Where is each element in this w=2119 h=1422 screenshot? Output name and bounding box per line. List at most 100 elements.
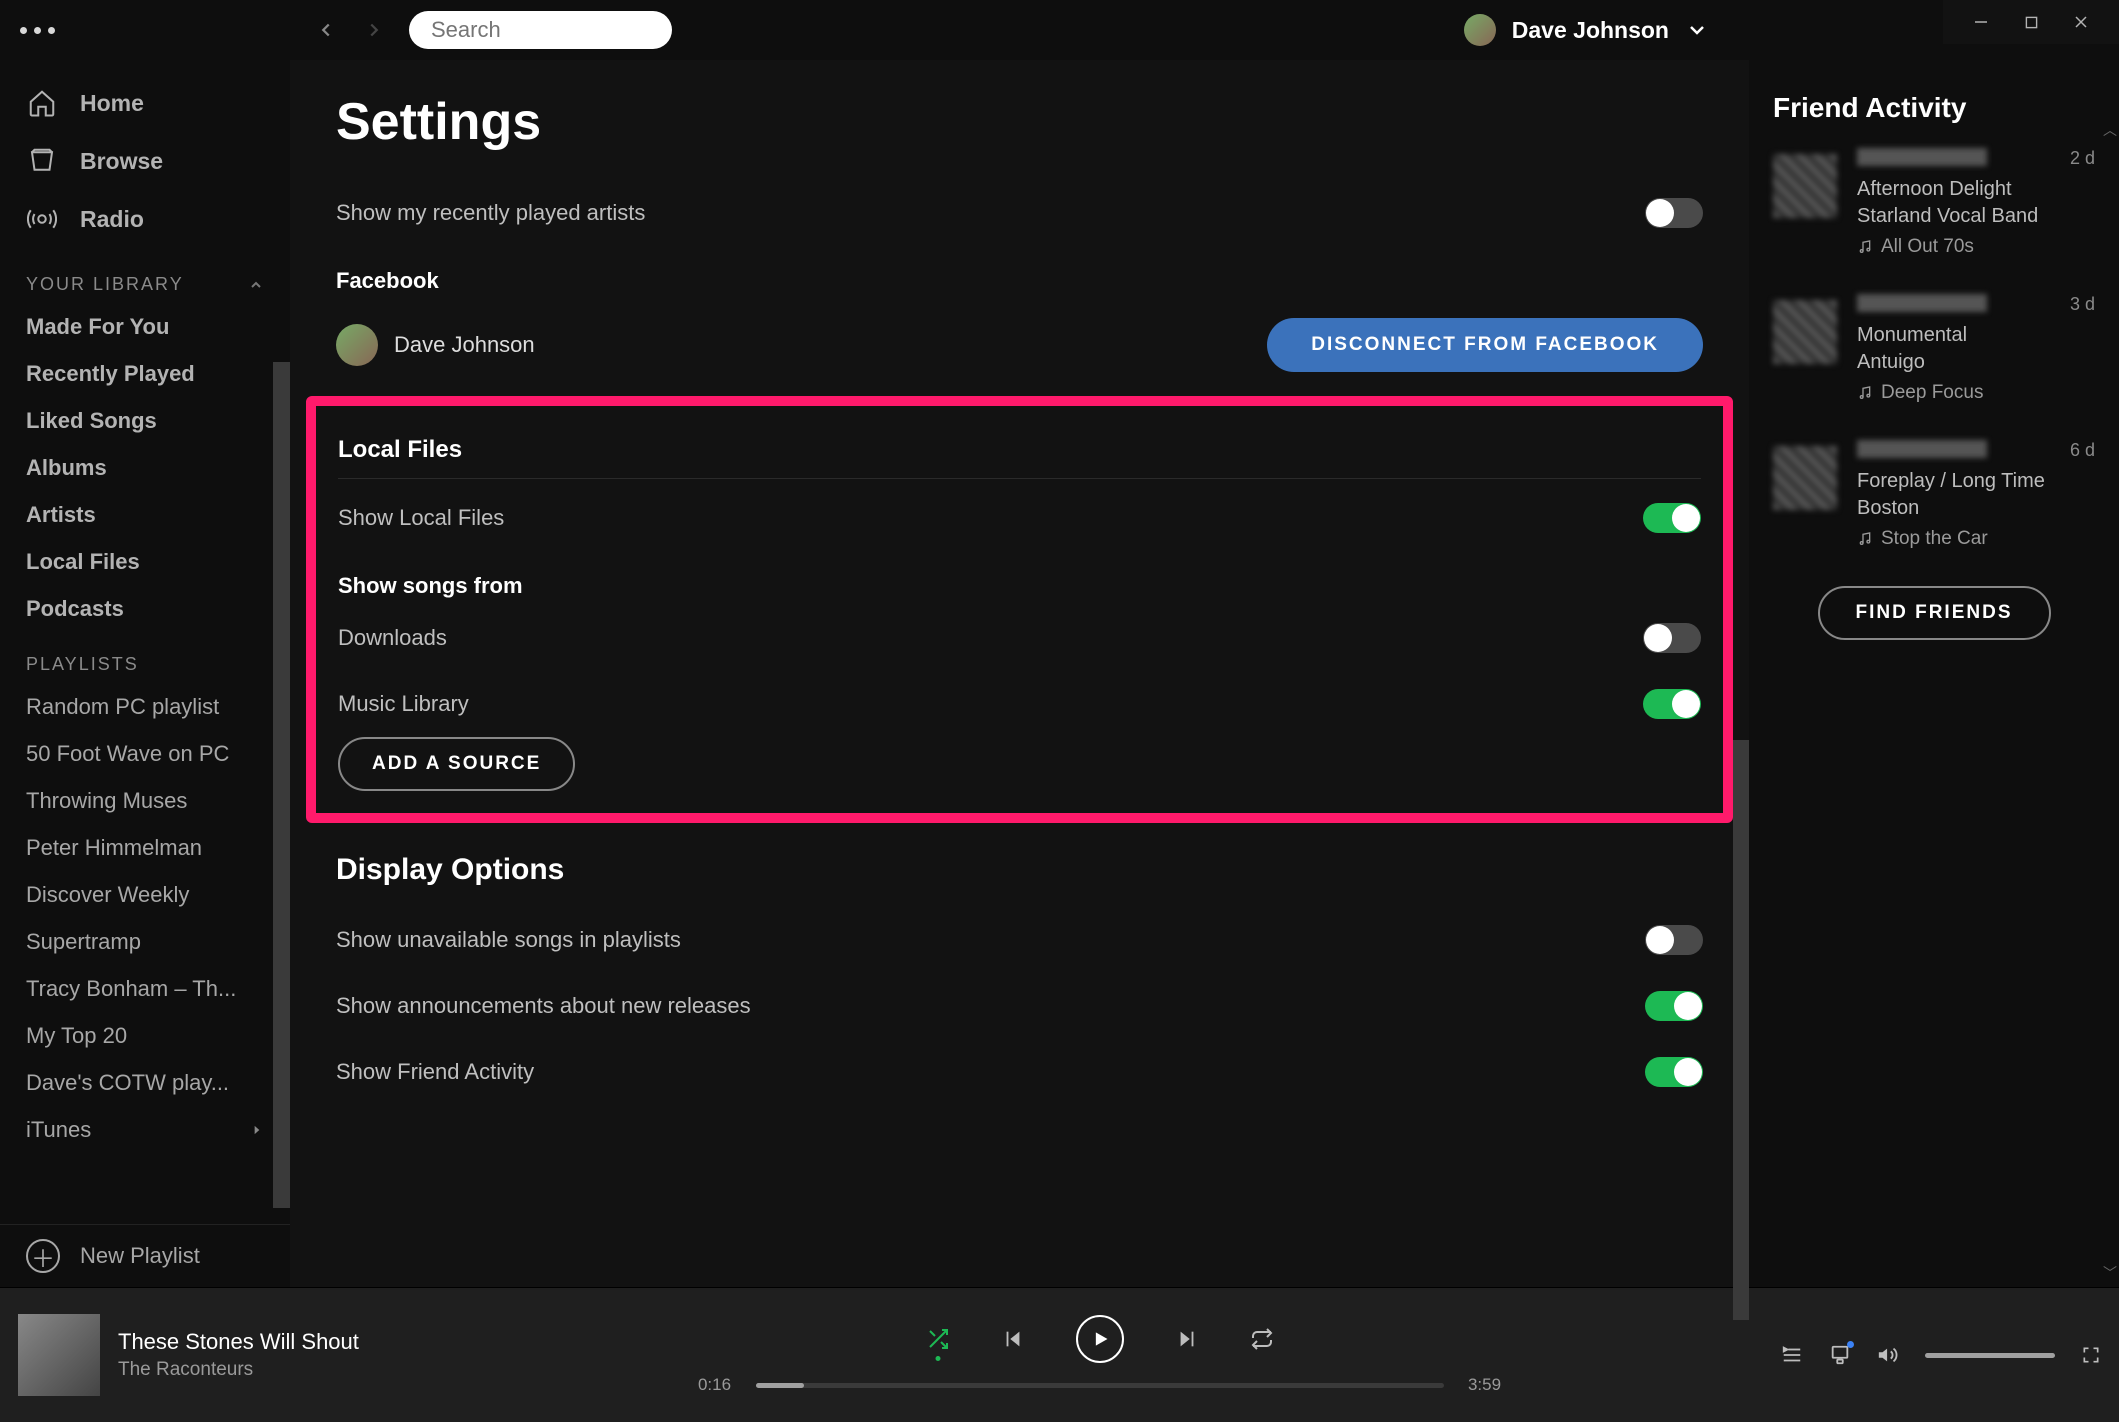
friend-name-blurred (1857, 148, 1987, 166)
settings-panel: Settings Show my recently played artists… (290, 60, 1749, 1287)
friend-track: Afternoon Delight (1857, 176, 2095, 203)
sidebar-playlist-item[interactable]: Throwing Muses (26, 777, 264, 824)
sidebar-playlist-item[interactable]: Discover Weekly (26, 871, 264, 918)
friend-activity-item[interactable]: Afternoon DelightStarland Vocal Band All … (1773, 148, 2095, 258)
sidebar-library-item[interactable]: Local Files (26, 538, 264, 585)
friend-cover (1773, 300, 1837, 364)
sidebar-library-item[interactable]: Artists (26, 491, 264, 538)
now-playing-track[interactable]: These Stones Will Shout (118, 1329, 359, 1355)
scroll-down-icon[interactable]: ﹀ (2103, 1263, 2117, 1283)
friend-time: 6 d (2070, 440, 2095, 461)
now-playing-cover[interactable] (18, 1314, 100, 1396)
sidebar-playlist-item[interactable]: Dave's COTW play... (26, 1059, 264, 1106)
sidebar-library-item[interactable]: Recently Played (26, 350, 264, 397)
play-button[interactable] (1076, 1315, 1124, 1363)
display-options-header: Display Options (336, 841, 1703, 901)
nav-back-button[interactable] (315, 19, 337, 41)
sidebar-library-item[interactable]: Liked Songs (26, 397, 264, 444)
sidebar-playlist-item[interactable]: Tracy Bonham – Th... (26, 965, 264, 1012)
facebook-avatar (336, 324, 378, 366)
page-title: Settings (336, 60, 1703, 180)
sidebar-playlist-item[interactable]: 50 Foot Wave on PC (26, 730, 264, 777)
user-menu-chevron[interactable] (1685, 18, 1709, 42)
chevron-up-icon[interactable] (248, 277, 264, 293)
toggle-announcements[interactable] (1645, 991, 1703, 1021)
window-maximize-button[interactable] (2021, 12, 2041, 32)
sidebar: Home Browse Radio YOUR LIBRARY Made For … (0, 60, 290, 1287)
friend-cover (1773, 446, 1837, 510)
now-playing-artist[interactable]: The Raconteurs (118, 1359, 359, 1381)
toggle-friend-activity[interactable] (1645, 1057, 1703, 1087)
nav-forward-button[interactable] (363, 19, 385, 41)
toggle-music-library[interactable] (1643, 689, 1701, 719)
sidebar-playlist-item[interactable]: Random PC playlist (26, 683, 264, 730)
friend-activity-header: Friend Activity (1773, 92, 2095, 124)
sidebar-label: Browse (80, 148, 163, 175)
shuffle-button[interactable] (926, 1327, 950, 1351)
search-box[interactable] (409, 11, 672, 49)
progress-bar[interactable] (756, 1383, 1444, 1388)
sidebar-label: Radio (80, 206, 144, 233)
window-close-button[interactable] (2071, 12, 2091, 32)
sidebar-item-browse[interactable]: Browse (26, 132, 280, 190)
toggle-unavailable-songs[interactable] (1645, 925, 1703, 955)
library-header: YOUR LIBRARY (0, 252, 290, 303)
friend-activity-item[interactable]: Foreplay / Long TimeBostonStop the Car6 … (1773, 440, 2095, 550)
window-minimize-button[interactable] (1971, 12, 1991, 32)
friend-name-blurred (1857, 294, 1987, 312)
total-time: 3:59 (1460, 1375, 1510, 1395)
volume-slider[interactable] (1925, 1353, 2055, 1358)
setting-label: Show announcements about new releases (336, 993, 751, 1019)
toggle-show-recent[interactable] (1645, 198, 1703, 228)
local-files-header: Local Files (338, 410, 1701, 479)
radio-icon (26, 203, 58, 235)
next-button[interactable] (1176, 1328, 1198, 1350)
sidebar-item-home[interactable]: Home (26, 74, 280, 132)
search-input[interactable] (431, 17, 719, 43)
sidebar-item-radio[interactable]: Radio (26, 190, 280, 248)
friend-artist: Starland Vocal Band (1857, 203, 2095, 230)
friend-artist: Boston (1857, 495, 2095, 522)
top-bar: Dave Johnson (0, 0, 2119, 60)
devices-button[interactable] (1829, 1344, 1851, 1366)
toggle-show-local-files[interactable] (1643, 503, 1701, 533)
sidebar-playlist-item[interactable]: My Top 20 (26, 1012, 264, 1059)
elapsed-time: 0:16 (690, 1375, 740, 1395)
plus-icon: ＋ (26, 1239, 60, 1273)
new-playlist-button[interactable]: ＋ New Playlist (0, 1224, 290, 1287)
sidebar-library-item[interactable]: Albums (26, 444, 264, 491)
friend-playlist: Deep Focus (1857, 382, 2095, 404)
scroll-up-icon[interactable]: ︿ (2103, 120, 2117, 140)
friend-track: Foreplay / Long Time (1857, 468, 2095, 495)
sidebar-playlist-item[interactable]: Supertramp (26, 918, 264, 965)
app-menu-dots[interactable] (20, 27, 55, 34)
friend-artist: Antuigo (1857, 349, 2095, 376)
friend-cover (1773, 154, 1837, 218)
sidebar-library-item[interactable]: Podcasts (26, 585, 264, 632)
user-avatar[interactable] (1464, 14, 1496, 46)
friend-track: Monumental (1857, 322, 2095, 349)
queue-button[interactable] (1781, 1344, 1803, 1366)
find-friends-button[interactable]: FIND FRIENDS (1818, 586, 2051, 640)
volume-button[interactable] (1877, 1344, 1899, 1366)
player-bar: These Stones Will Shout The Raconteurs 0… (0, 1287, 2119, 1422)
facebook-header: Facebook (336, 246, 1703, 300)
sidebar-label: Home (80, 90, 144, 117)
sidebar-playlist-item[interactable]: iTunes (26, 1106, 264, 1153)
friend-activity-item[interactable]: MonumentalAntuigoDeep Focus3 d (1773, 294, 2095, 404)
previous-button[interactable] (1002, 1328, 1024, 1350)
facebook-username: Dave Johnson (394, 332, 535, 358)
music-note-icon (1857, 239, 1873, 255)
sidebar-scrollbar[interactable] (273, 362, 291, 1208)
add-source-button[interactable]: ADD A SOURCE (338, 737, 575, 791)
repeat-button[interactable] (1250, 1327, 1274, 1351)
friend-playlist: All Out 70s (1857, 236, 2095, 258)
toggle-downloads[interactable] (1643, 623, 1701, 653)
friend-time: 2 d (2070, 148, 2095, 169)
fullscreen-button[interactable] (2081, 1345, 2101, 1365)
sidebar-library-item[interactable]: Made For You (26, 303, 264, 350)
browse-icon (26, 145, 58, 177)
disconnect-facebook-button[interactable]: DISCONNECT FROM FACEBOOK (1267, 318, 1703, 372)
sidebar-playlist-item[interactable]: Peter Himmelman (26, 824, 264, 871)
settings-scrollbar[interactable] (1733, 740, 1749, 1320)
